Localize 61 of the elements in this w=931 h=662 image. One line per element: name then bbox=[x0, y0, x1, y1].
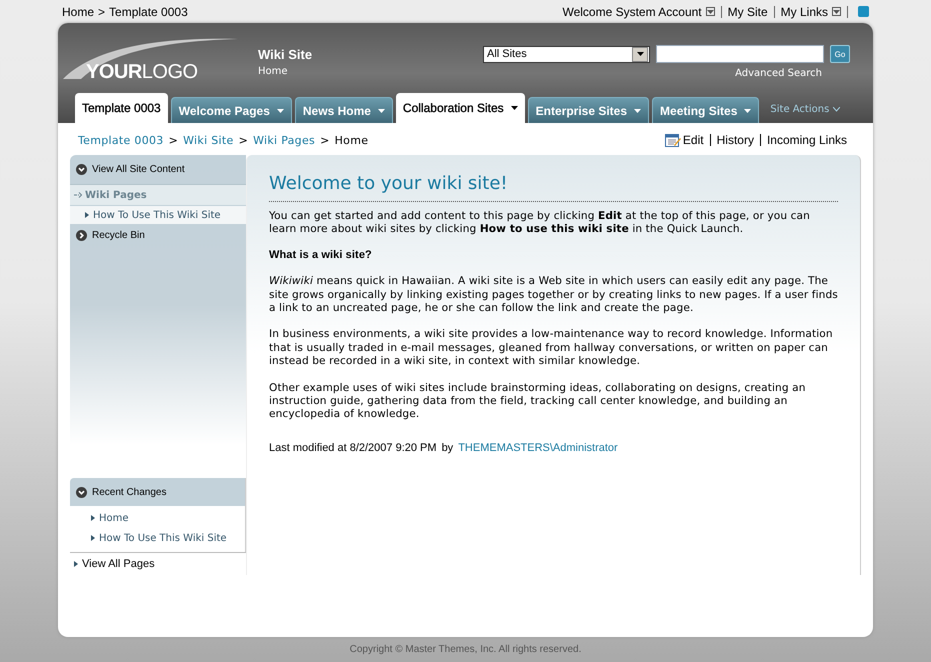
scope-dropdown[interactable]: All Sites bbox=[483, 46, 650, 62]
breadcrumb-link[interactable]: Template 0003 bbox=[78, 134, 164, 146]
breadcrumb-separator: > bbox=[238, 134, 248, 146]
nav-tab[interactable]: News Home bbox=[294, 97, 393, 123]
breadcrumb-separator: > bbox=[98, 4, 106, 18]
paragraph: Other example uses of wiki sites include brainstorming ideas, collaborating on designs, creating an instruction guide, gathering data from the field, tracking call center knowledge, and building an encyclopedia of knowledge. bbox=[269, 382, 807, 422]
chevron-right-icon bbox=[76, 230, 87, 241]
page-action-link[interactable]: Incoming Links bbox=[766, 134, 847, 146]
caret-icon bbox=[706, 10, 714, 14]
chevron-down-icon bbox=[76, 486, 87, 498]
search-field[interactable] bbox=[656, 45, 824, 63]
modified-text: Last modified at 8/2/2007 9:20 PM bbox=[269, 442, 437, 454]
recent-change-link[interactable]: How To Use This Wiki Site bbox=[99, 532, 227, 544]
paragraph: Wikiwiki means quick in Hawaiian. A wiki site is a Web site in which users can easily edit any page. The site grows organically by linking existing pages together or by creating links to new pages. If a user finds a link to an uncreated page, he or she can follow the link and create the page. bbox=[269, 275, 838, 316]
copyright-text: Copyright © Master Themes, Inc. All rights reserved. bbox=[348, 644, 582, 655]
site-title[interactable]: Wiki Site bbox=[258, 47, 483, 62]
nav-tab[interactable]: Template 0003 bbox=[75, 93, 168, 123]
breadcrumb-link[interactable]: Home bbox=[334, 134, 368, 146]
edit-icon bbox=[664, 133, 681, 147]
section-heading: What is a wiki site? bbox=[269, 248, 373, 262]
breadcrumb-separator: > bbox=[320, 134, 330, 146]
nav-tab[interactable]: Enterprise Sites bbox=[528, 97, 650, 123]
author-link[interactable]: THEMEMASTERS\Administrator bbox=[458, 442, 618, 454]
view-all-pages-link[interactable]: View All Pages bbox=[82, 558, 155, 570]
nav-subitem[interactable]: How To Use This Wiki Site bbox=[70, 205, 246, 224]
go-button[interactable]: Go bbox=[830, 45, 850, 63]
triangle-icon bbox=[85, 212, 89, 218]
paragraph: You can get started and add content to this page by clicking Edit at the top of this page, or you can learn more about wiki sites by clicking How to use this wiki site in the Quick Launch. bbox=[269, 210, 811, 237]
nav-tab[interactable]: Welcome Pages bbox=[170, 97, 292, 123]
triangle-icon bbox=[74, 561, 78, 567]
chevron-down-icon bbox=[76, 164, 87, 175]
triangle-icon bbox=[91, 535, 95, 541]
dropdown-icon[interactable] bbox=[706, 7, 715, 16]
advanced-search-link[interactable]: Advanced Search bbox=[735, 68, 822, 79]
dropdown-icon[interactable] bbox=[832, 7, 841, 16]
nav-header[interactable]: Recycle Bin bbox=[92, 230, 145, 241]
site-actions-menu[interactable]: Site Actions bbox=[770, 104, 840, 114]
breadcrumb-link[interactable]: Wiki Site bbox=[183, 134, 234, 146]
breadcrumb-link[interactable]: Template 0003 bbox=[109, 4, 188, 18]
chevron-down-icon bbox=[833, 106, 840, 112]
paragraph: In business environments, a wiki site provides a low-maintenance way to record knowledge. Information that is usually traded in e-mail messages, gleaned from hallway conversations, or written on paper can instead be recorded in a wiki site, in context with similar knowledge. bbox=[269, 328, 834, 369]
recent-change-link[interactable]: Home bbox=[99, 512, 129, 524]
page-title: Welcome to your wiki site! bbox=[269, 173, 838, 202]
caret-icon bbox=[636, 52, 644, 56]
nav-header[interactable]: Recent Changes bbox=[92, 486, 166, 498]
arrow-icon bbox=[74, 192, 82, 198]
nav-header[interactable]: View All Site Content bbox=[92, 164, 185, 175]
site-subtitle[interactable]: Home bbox=[258, 66, 288, 77]
breadcrumb-link[interactable]: Wiki Pages bbox=[253, 134, 316, 146]
nav-tab[interactable]: Collaboration Sites bbox=[396, 93, 525, 123]
by-text: by bbox=[442, 442, 454, 454]
top-link[interactable]: My Links bbox=[780, 6, 828, 18]
top-link[interactable]: My Site bbox=[728, 6, 768, 18]
top-link[interactable]: Welcome System Account bbox=[562, 6, 702, 18]
breadcrumb-separator: > bbox=[168, 134, 178, 146]
page-action-link[interactable]: Edit bbox=[682, 134, 704, 146]
caret-icon bbox=[833, 10, 840, 14]
breadcrumb-link[interactable]: Home bbox=[62, 4, 94, 18]
page-action-link[interactable]: History bbox=[716, 134, 754, 146]
triangle-icon bbox=[91, 515, 95, 521]
nav-tab[interactable]: Meeting Sites bbox=[652, 97, 760, 123]
